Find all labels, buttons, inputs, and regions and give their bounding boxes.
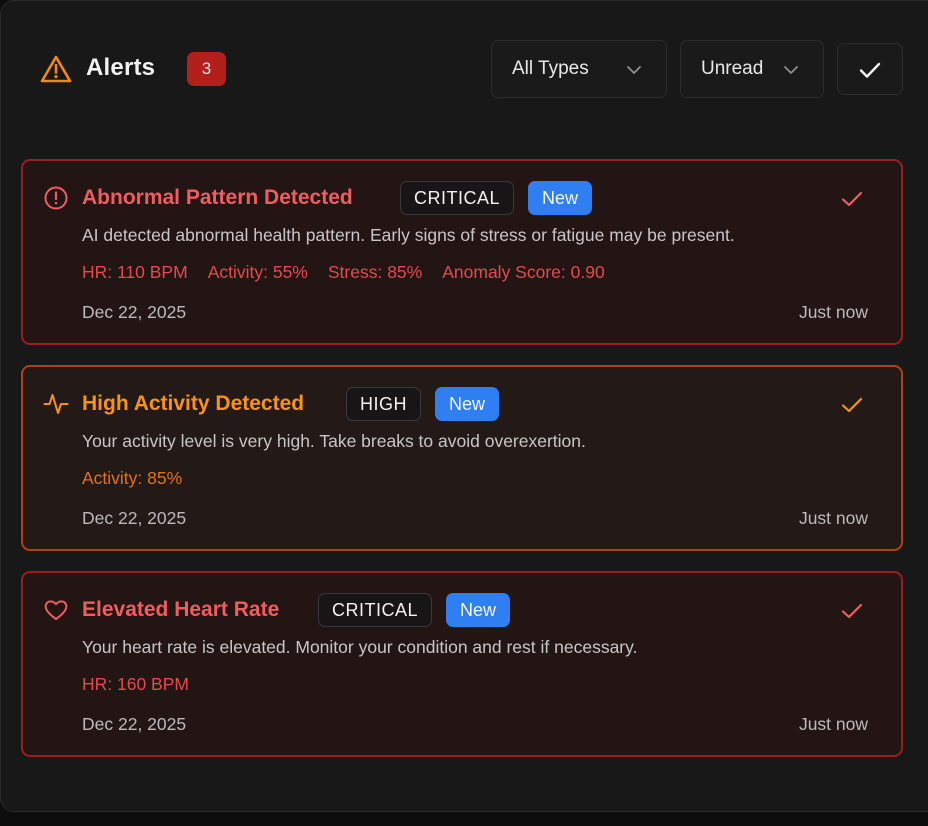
mark-all-read-button[interactable] xyxy=(837,43,903,95)
alert-message: Your activity level is very high. Take b… xyxy=(82,431,586,451)
alert-time-ago: Just now xyxy=(798,302,868,322)
alert-metrics: HR: 110 BPM Activity: 55% Stress: 85% An… xyxy=(82,262,605,283)
alert-card[interactable]: Elevated Heart Rate CRITICAL New Your he… xyxy=(21,571,903,757)
alert-date: Dec 22, 2025 xyxy=(82,714,187,734)
heart-icon xyxy=(44,600,68,620)
alert-badges: HIGH New xyxy=(346,387,500,421)
alert-time-ago: Just now xyxy=(798,508,868,528)
alert-circle-icon xyxy=(44,186,68,210)
read-filter-dropdown[interactable]: Unread xyxy=(680,40,824,98)
severity-badge: CRITICAL xyxy=(318,593,433,627)
alert-time-ago: Just now xyxy=(798,714,868,734)
alert-badges: CRITICAL New xyxy=(318,593,511,627)
type-filter-value: All Types xyxy=(512,58,589,79)
alert-card[interactable]: High Activity Detected HIGH New Your act… xyxy=(21,365,903,551)
metric-activity: Activity: 55% xyxy=(207,262,308,282)
check-icon xyxy=(859,62,881,78)
mark-read-check-icon[interactable] xyxy=(836,389,868,421)
alert-title: High Activity Detected xyxy=(82,392,305,415)
activity-pulse-icon xyxy=(43,394,69,414)
metric-stress: Stress: 85% xyxy=(327,262,423,282)
alert-message: Your heart rate is elevated. Monitor you… xyxy=(82,637,638,657)
alert-title: Abnormal Pattern Detected xyxy=(82,186,353,209)
type-filter-dropdown[interactable]: All Types xyxy=(491,40,667,98)
chevron-down-icon xyxy=(784,66,798,74)
mark-read-check-icon[interactable] xyxy=(836,183,868,215)
alert-metrics: HR: 160 BPM xyxy=(82,674,189,695)
unread-count-badge: 3 xyxy=(187,52,226,86)
read-filter-value: Unread xyxy=(701,58,764,79)
status-badge: New xyxy=(528,181,593,215)
mark-read-check-icon[interactable] xyxy=(836,595,868,627)
alert-title: Elevated Heart Rate xyxy=(82,598,280,621)
alert-card[interactable]: Abnormal Pattern Detected CRITICAL New A… xyxy=(21,159,903,345)
status-badge: New xyxy=(435,387,500,421)
page-title: Alerts xyxy=(86,54,156,81)
severity-badge: HIGH xyxy=(346,387,421,421)
warning-triangle-icon xyxy=(40,55,72,83)
severity-badge: CRITICAL xyxy=(400,181,515,215)
chevron-down-icon xyxy=(627,66,641,74)
alert-metrics: Activity: 85% xyxy=(82,468,182,489)
alert-date: Dec 22, 2025 xyxy=(82,508,187,528)
metric-activity: Activity: 85% xyxy=(82,468,183,488)
metric-anomaly-score: Anomaly Score: 0.90 xyxy=(442,262,605,282)
alert-message: AI detected abnormal health pattern. Ear… xyxy=(82,225,735,245)
alert-date: Dec 22, 2025 xyxy=(82,302,187,322)
metric-hr: HR: 110 BPM xyxy=(82,262,188,282)
status-badge: New xyxy=(446,593,511,627)
metric-hr: HR: 160 BPM xyxy=(82,674,189,694)
alerts-header: Alerts 3 All Types Unread xyxy=(0,0,928,130)
alert-badges: CRITICAL New xyxy=(400,181,593,215)
